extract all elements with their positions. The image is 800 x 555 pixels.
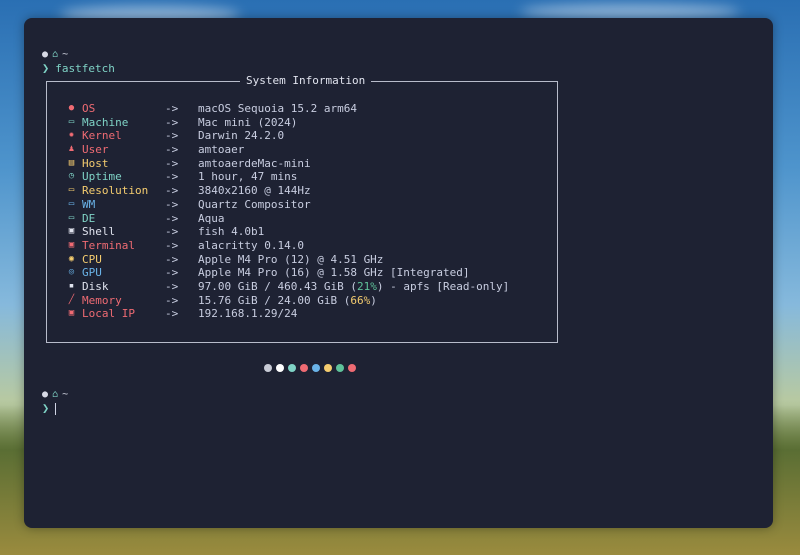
network-icon: ▣ xyxy=(68,308,75,319)
row-arrow: -> xyxy=(165,252,179,266)
row-value: 1 hour, 47 mins xyxy=(198,170,298,184)
row-key: GPU xyxy=(82,266,102,280)
palette-dot xyxy=(312,364,320,372)
row-arrow: -> xyxy=(165,170,179,184)
row-key: WM xyxy=(82,197,96,211)
row-key: Host xyxy=(82,156,109,170)
row-arrow: -> xyxy=(165,129,179,143)
palette-dot xyxy=(336,364,344,372)
row-value: Quartz Compositor xyxy=(198,197,311,211)
row-key: Local IP xyxy=(82,307,135,321)
gear-icon: ✹ xyxy=(68,130,75,141)
disk-icon: ▪ xyxy=(68,280,75,291)
row-key: CPU xyxy=(82,252,102,266)
row-arrow: -> xyxy=(165,307,179,321)
chevron-right-icon: ❯ xyxy=(42,401,50,415)
row-value: Apple M4 Pro (12) @ 4.51 GHz xyxy=(198,252,384,266)
palette-dot xyxy=(348,364,356,372)
row-value: 3840x2160 @ 144Hz xyxy=(198,184,311,198)
prompt-line-2: ● ⌂ ~ xyxy=(42,388,68,402)
row-key: OS xyxy=(82,102,96,115)
palette-dot xyxy=(324,364,332,372)
terminal-window[interactable]: ● ⌂ ~ ❯ fastfetch System Information ● OS… xyxy=(24,18,773,528)
row-arrow: -> xyxy=(165,143,179,157)
row-value: 15.76 GiB / 24.00 GiB (66%) xyxy=(198,294,377,308)
row-arrow: -> xyxy=(165,156,179,170)
row-value: macOS Sequoia 15.2 arm64 xyxy=(198,102,357,115)
row-key: DE xyxy=(82,211,96,225)
row-key: Machine xyxy=(82,115,129,129)
home-icon: ⌂ xyxy=(52,49,59,61)
input-line[interactable]: ❯ xyxy=(42,401,57,416)
display-icon: ▭ xyxy=(68,185,75,196)
row-value: 97.00 GiB / 460.43 GiB (21%) - apfs [Rea… xyxy=(198,280,509,294)
apple-icon: ● xyxy=(42,49,49,61)
box-bottom-border xyxy=(46,342,558,343)
gpu-icon: ◎ xyxy=(68,267,75,278)
palette-dot xyxy=(276,364,284,372)
palette-dot xyxy=(264,364,272,372)
row-key: Disk xyxy=(82,279,109,293)
row-arrow: -> xyxy=(165,238,179,252)
prompt-dir: ~ xyxy=(62,389,69,401)
row-arrow: -> xyxy=(165,115,179,129)
usage-percent: 66% xyxy=(350,293,371,307)
row-key: Terminal xyxy=(82,238,135,252)
row-key: Kernel xyxy=(82,129,122,143)
value-part: 97.00 GiB / 460.43 GiB ( xyxy=(198,279,357,293)
row-value: 192.168.1.29/24 xyxy=(198,307,298,321)
row-arrow: -> xyxy=(165,266,179,280)
value-part: ) xyxy=(370,293,377,307)
palette-dot xyxy=(288,364,296,372)
prompt-dir: ~ xyxy=(62,49,69,61)
row-arrow: -> xyxy=(165,184,179,198)
home-icon: ⌂ xyxy=(52,389,59,401)
chevron-right-icon: ❯ xyxy=(42,61,50,75)
color-palette xyxy=(264,364,356,372)
value-part: 15.76 GiB / 24.00 GiB ( xyxy=(198,293,351,307)
row-key: Uptime xyxy=(82,170,122,184)
apple-icon: ● xyxy=(68,103,75,113)
desktop-icon: ▭ xyxy=(68,212,75,223)
row-arrow: -> xyxy=(165,293,179,307)
row-value: alacritty 0.14.0 xyxy=(198,238,304,252)
row-arrow: -> xyxy=(165,102,179,115)
usage-percent: 21% xyxy=(356,279,377,293)
memory-icon: ╱ xyxy=(68,294,75,305)
row-arrow: -> xyxy=(165,211,179,225)
command-line: ❯ fastfetch xyxy=(42,61,115,76)
row-key: Memory xyxy=(82,293,122,307)
server-icon: ▤ xyxy=(68,157,75,168)
cpu-icon: ◉ xyxy=(68,253,75,264)
terminal-icon: ▣ xyxy=(68,239,75,250)
value-part: ) - apfs [Read-only] xyxy=(376,279,510,293)
row-arrow: -> xyxy=(165,279,179,293)
window-icon: ▭ xyxy=(68,198,75,209)
row-value: amtoaerdeMac-mini xyxy=(198,156,311,170)
apple-icon: ● xyxy=(42,389,49,401)
row-value: Mac mini (2024) xyxy=(198,115,298,129)
row-value: Aqua xyxy=(198,211,225,225)
text-cursor xyxy=(55,402,57,415)
row-key: User xyxy=(82,143,109,157)
monitor-icon: ▭ xyxy=(68,116,75,127)
clock-icon: ◷ xyxy=(68,171,75,182)
user-icon: ♟ xyxy=(68,144,75,155)
row-value: amtoaer xyxy=(198,143,245,157)
row-key: Resolution xyxy=(82,184,149,198)
row-key: Shell xyxy=(82,225,116,239)
command-text: fastfetch xyxy=(55,62,115,75)
palette-dot xyxy=(300,364,308,372)
row-value: Darwin 24.2.0 xyxy=(198,129,285,143)
box-title: System Information xyxy=(240,74,372,88)
terminal-icon: ▣ xyxy=(68,226,75,237)
row-value: Apple M4 Pro (16) @ 1.58 GHz [Integrated… xyxy=(198,266,470,280)
prompt-line: ● ⌂ ~ xyxy=(42,48,68,62)
row-value: fish 4.0b1 xyxy=(198,225,265,239)
row-arrow: -> xyxy=(165,197,179,211)
row-arrow: -> xyxy=(165,225,179,239)
